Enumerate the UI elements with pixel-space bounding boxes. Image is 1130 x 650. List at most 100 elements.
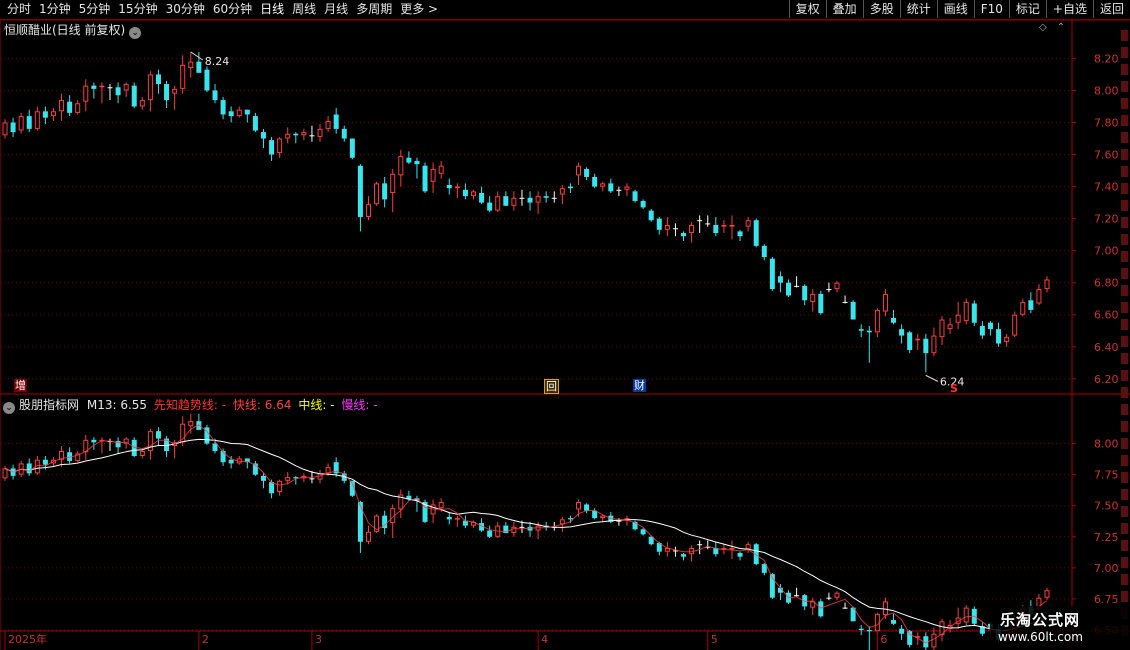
indicator-candle bbox=[1044, 590, 1050, 598]
indicator-candle bbox=[866, 630, 872, 632]
indicator-axis-label: 7.75 bbox=[1094, 469, 1119, 482]
main-candle bbox=[325, 120, 331, 129]
axis-side-glyph bbox=[1121, 370, 1128, 381]
indicator-candle bbox=[576, 501, 582, 510]
axis-side-glyph bbox=[1121, 234, 1128, 245]
axis-side-glyph bbox=[1121, 132, 1128, 143]
main-candle bbox=[446, 184, 452, 189]
indicator-candle bbox=[834, 592, 840, 598]
event-marker-s-text: S bbox=[950, 382, 958, 395]
main-candle bbox=[333, 114, 339, 129]
axis-side-glyph bbox=[1121, 183, 1128, 194]
main-candle bbox=[891, 317, 897, 323]
main-candle bbox=[608, 183, 614, 192]
indicator-candle bbox=[139, 451, 145, 456]
event-marker-s[interactable]: S bbox=[950, 382, 958, 395]
main-candle bbox=[462, 189, 468, 197]
indicator-candle bbox=[858, 628, 864, 630]
indicator-candle bbox=[228, 459, 234, 464]
main-candle bbox=[236, 109, 242, 117]
event-marker-cai[interactable]: 财 bbox=[633, 379, 646, 392]
event-marker-hui-text: 回 bbox=[546, 380, 557, 393]
axis-side-glyph bbox=[1121, 98, 1128, 109]
axis-side-glyph bbox=[1121, 285, 1128, 296]
main-candle bbox=[559, 188, 565, 195]
main-candle bbox=[979, 325, 985, 336]
main-candle bbox=[139, 100, 145, 107]
axis-side-glyph bbox=[1121, 336, 1128, 347]
main-candle bbox=[277, 138, 283, 153]
axis-side-glyph bbox=[1121, 353, 1128, 364]
indicator-candle bbox=[438, 501, 444, 509]
main-candle bbox=[882, 293, 888, 312]
main-candle bbox=[689, 225, 695, 234]
event-marker-zeng[interactable]: 增 bbox=[14, 379, 27, 392]
main-candle bbox=[50, 111, 56, 117]
indicator-candle bbox=[794, 595, 800, 597]
main-candle bbox=[697, 220, 703, 222]
indicator-candle bbox=[931, 633, 937, 648]
main-axis-label: 7.20 bbox=[1094, 213, 1119, 226]
main-candle bbox=[672, 228, 678, 230]
main-candle bbox=[955, 314, 961, 323]
main-candle bbox=[374, 183, 380, 205]
main-candle bbox=[963, 301, 969, 322]
main-candle bbox=[842, 301, 848, 303]
main-axis-label: 7.40 bbox=[1094, 181, 1119, 194]
main-candle bbox=[987, 322, 993, 330]
axis-side-glyph bbox=[1121, 506, 1128, 517]
main-candle bbox=[753, 220, 759, 246]
indicator-candle bbox=[325, 467, 331, 474]
main-candle bbox=[915, 338, 921, 341]
axis-side-glyph bbox=[1121, 30, 1128, 41]
main-candle bbox=[729, 225, 735, 227]
axis-side-glyph bbox=[1121, 200, 1128, 211]
main-candle bbox=[91, 85, 97, 89]
watermark-title: 乐淘公式网 bbox=[1000, 611, 1081, 629]
main-candle bbox=[527, 197, 533, 203]
main-axis-label: 7.80 bbox=[1094, 116, 1119, 129]
indicator-axis-label: 7.25 bbox=[1094, 531, 1119, 544]
main-axis-label: 8.00 bbox=[1094, 84, 1119, 97]
stock-chart-app: 分时 1分钟 5分钟 15分钟 30分钟 60分钟 日线 周线 月线 多周期 更多 > 复权 叠加 多股… bbox=[0, 0, 1130, 650]
indicator-candle bbox=[640, 529, 646, 535]
date-label: 2 bbox=[202, 633, 209, 646]
main-candle bbox=[1028, 300, 1034, 310]
main-candle bbox=[810, 293, 816, 302]
main-candle bbox=[535, 196, 541, 203]
main-candle bbox=[285, 133, 291, 139]
date-label: 2025年 bbox=[8, 632, 47, 646]
indicator-candle bbox=[91, 439, 97, 443]
indicator-candle bbox=[745, 544, 751, 550]
indicator-axis-label: 6.75 bbox=[1094, 593, 1119, 606]
high-price-label: 8.24 bbox=[205, 55, 230, 68]
main-candle bbox=[713, 225, 719, 234]
axis-side-glyph bbox=[1121, 455, 1128, 466]
event-marker-cai-text: 财 bbox=[634, 379, 645, 392]
slow-line-value: 慢线: - bbox=[341, 398, 378, 412]
indicator-candle bbox=[818, 601, 824, 617]
main-candle bbox=[26, 116, 32, 129]
axis-side-glyph bbox=[1121, 64, 1128, 75]
main-candle bbox=[802, 285, 808, 301]
main-candle bbox=[75, 103, 81, 113]
event-marker-hui[interactable]: 回 bbox=[544, 379, 559, 394]
main-candle bbox=[188, 61, 194, 69]
main-candle bbox=[899, 329, 905, 336]
axis-side-glyph bbox=[1121, 302, 1128, 313]
main-candle bbox=[648, 210, 654, 221]
main-candle bbox=[414, 160, 420, 165]
main-candle bbox=[430, 168, 436, 182]
main-candle bbox=[155, 74, 161, 85]
main-candle bbox=[551, 197, 557, 199]
main-candle bbox=[939, 319, 945, 338]
axis-side-glyph bbox=[1121, 438, 1128, 449]
indicator-name: 股朋指标网 bbox=[19, 398, 80, 412]
main-candle bbox=[123, 84, 129, 91]
indicator-candle bbox=[309, 478, 315, 480]
main-candle bbox=[317, 128, 323, 137]
chevron-down-icon[interactable]: ⌄ bbox=[3, 402, 15, 414]
indicator-title-bar[interactable]: ⌄ 股朋指标网 M13: 6.55 先知趋势线: - 快线: 6.64 中线: -… bbox=[3, 396, 378, 414]
price-chart[interactable]: 8.20 8.00 7.80 7.60 7.40 7.20 7.00 6.80 6.60 6.40… bbox=[0, 0, 1130, 650]
main-candle bbox=[18, 116, 24, 131]
